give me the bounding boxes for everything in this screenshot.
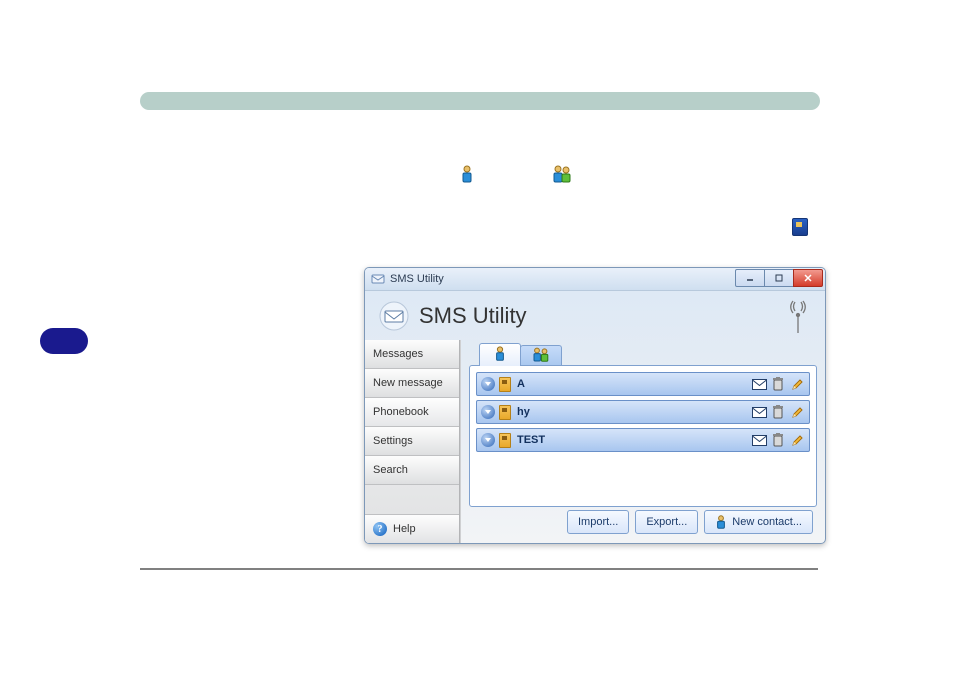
contact-row[interactable]: TEST — [476, 428, 810, 452]
page-footer-rule — [140, 568, 818, 570]
button-label: Import... — [578, 516, 618, 528]
button-label: Export... — [646, 516, 687, 528]
single-contact-icon — [460, 165, 474, 186]
sms-utility-window: SMS Utility SMS Utility — [364, 267, 826, 544]
window-title: SMS Utility — [390, 273, 444, 285]
sidebar-item-settings[interactable]: Settings — [365, 427, 459, 456]
sidebar-item-label: New message — [373, 377, 443, 389]
sidebar-item-new-message[interactable]: New message — [365, 369, 459, 398]
window-controls — [736, 269, 823, 287]
send-message-icon[interactable] — [751, 432, 767, 448]
delete-icon[interactable] — [770, 432, 786, 448]
contact-name: hy — [517, 406, 530, 418]
delete-icon[interactable] — [770, 376, 786, 392]
button-label: New contact... — [732, 516, 802, 528]
app-icon — [371, 272, 385, 286]
app-title: SMS Utility — [419, 303, 527, 329]
minimize-button[interactable] — [735, 269, 765, 287]
antenna-icon — [785, 299, 811, 333]
tab-group-contacts[interactable] — [520, 345, 562, 366]
edit-icon[interactable] — [789, 404, 805, 420]
main-panel: A — [460, 340, 825, 543]
edit-icon[interactable] — [789, 432, 805, 448]
import-button[interactable]: Import... — [567, 510, 629, 534]
contact-row[interactable]: A — [476, 372, 810, 396]
delete-icon[interactable] — [770, 404, 786, 420]
sidebar-item-label: Phonebook — [373, 406, 429, 418]
sidebar-item-label: Search — [373, 464, 408, 476]
export-button[interactable]: Export... — [635, 510, 698, 534]
help-button[interactable]: ? Help — [365, 514, 459, 543]
maximize-button[interactable] — [764, 269, 794, 287]
sidebar-item-phonebook[interactable]: Phonebook — [365, 398, 459, 427]
sidebar-item-messages[interactable]: Messages — [365, 340, 459, 369]
close-button[interactable] — [793, 269, 823, 287]
new-contact-button[interactable]: New contact... — [704, 510, 813, 534]
expand-icon[interactable] — [481, 433, 495, 447]
sim-icon — [499, 405, 511, 420]
contact-row[interactable]: hy — [476, 400, 810, 424]
inline-contact-icons — [460, 165, 572, 186]
sidebar: Messages New message Phonebook Settings … — [365, 340, 460, 543]
page-header-bar — [140, 92, 820, 110]
group-contact-icon — [532, 347, 550, 365]
contacts-list: A — [469, 365, 817, 507]
single-contact-icon — [494, 346, 506, 364]
titlebar: SMS Utility — [365, 268, 825, 291]
help-icon: ? — [373, 522, 387, 536]
edit-icon[interactable] — [789, 376, 805, 392]
expand-icon[interactable] — [481, 377, 495, 391]
send-message-icon[interactable] — [751, 404, 767, 420]
page-side-badge — [40, 328, 88, 354]
phonebook-tabs — [479, 344, 817, 366]
sim-icon — [499, 433, 511, 448]
envelope-logo-icon — [379, 301, 409, 331]
sidebar-item-label: Settings — [373, 435, 413, 447]
group-contact-icon — [552, 165, 572, 186]
bottom-toolbar: Import... Export... New contact... — [469, 507, 817, 537]
sim-icon — [499, 377, 511, 392]
sidebar-item-label: Messages — [373, 348, 423, 360]
contact-name: A — [517, 378, 525, 390]
new-contact-icon — [715, 515, 727, 529]
tab-single-contacts[interactable] — [479, 343, 521, 366]
sidebar-item-search[interactable]: Search — [365, 456, 459, 485]
app-header: SMS Utility — [371, 294, 819, 338]
send-message-icon[interactable] — [751, 376, 767, 392]
expand-icon[interactable] — [481, 405, 495, 419]
help-label: Help — [393, 523, 416, 535]
contact-name: TEST — [517, 434, 545, 446]
sim-card-icon — [792, 218, 808, 236]
